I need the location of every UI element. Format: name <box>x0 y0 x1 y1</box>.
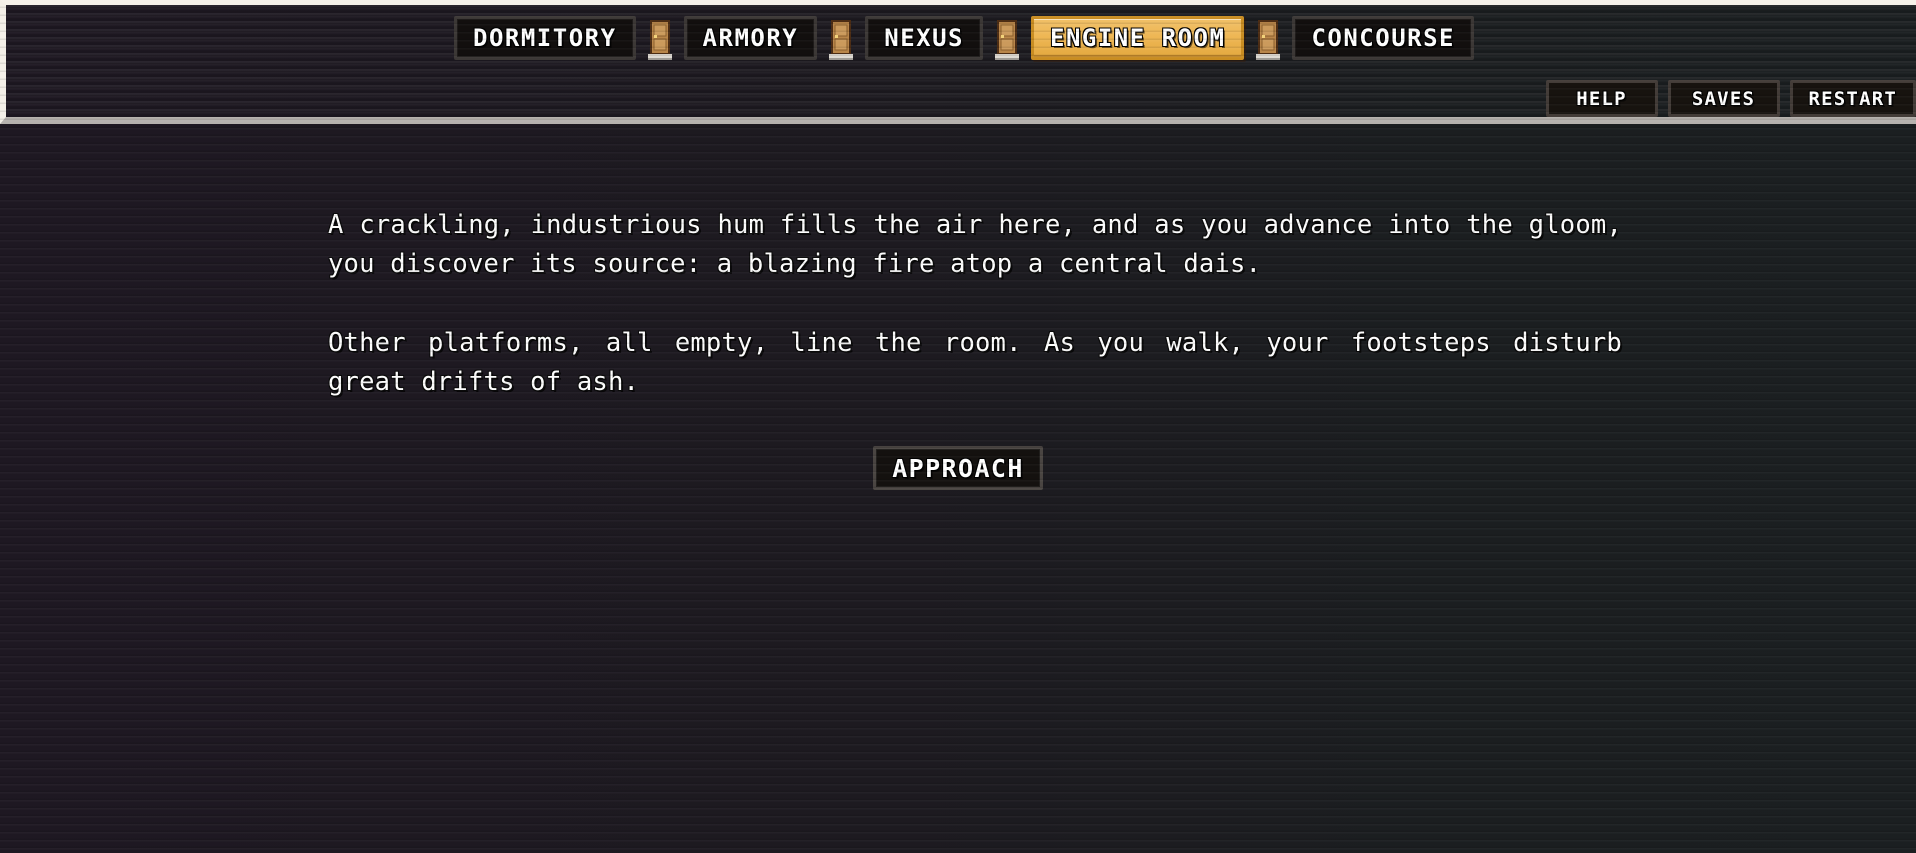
door-icon <box>645 15 675 61</box>
description-paragraph: A crackling, industrious hum fills the a… <box>328 210 1622 279</box>
game-screen: DORMITORY ARMORY NEXUS ENGINE ROOM CONCO… <box>0 0 1916 853</box>
nav-tab-engine-room[interactable]: ENGINE ROOM <box>1031 16 1245 60</box>
door-icon <box>992 15 1022 61</box>
header-bar: DORMITORY ARMORY NEXUS ENGINE ROOM CONCO… <box>0 0 1916 124</box>
help-button[interactable]: HELP <box>1545 80 1658 117</box>
action-button-group: APPROACH <box>0 446 1916 490</box>
main-content: A crackling, industrious hum fills the a… <box>0 124 1916 853</box>
door-icon <box>826 15 856 61</box>
nav-tab-dormitory[interactable]: DORMITORY <box>454 16 636 60</box>
door-icon <box>1253 15 1283 61</box>
approach-button[interactable]: APPROACH <box>873 446 1043 490</box>
utility-button-group: HELP SAVES RESTART <box>1545 80 1916 117</box>
description-paragraph: Other platforms, all empty, line the roo… <box>328 328 1622 397</box>
restart-button[interactable]: RESTART <box>1789 80 1916 117</box>
room-description: A crackling, industrious hum fills the a… <box>328 206 1622 402</box>
saves-button[interactable]: SAVES <box>1667 80 1780 117</box>
room-navigation: DORMITORY ARMORY NEXUS ENGINE ROOM CONCO… <box>6 15 1916 61</box>
nav-tab-concourse[interactable]: CONCOURSE <box>1292 16 1474 60</box>
nav-tab-armory[interactable]: ARMORY <box>683 16 818 60</box>
nav-tab-nexus[interactable]: NEXUS <box>865 16 983 60</box>
